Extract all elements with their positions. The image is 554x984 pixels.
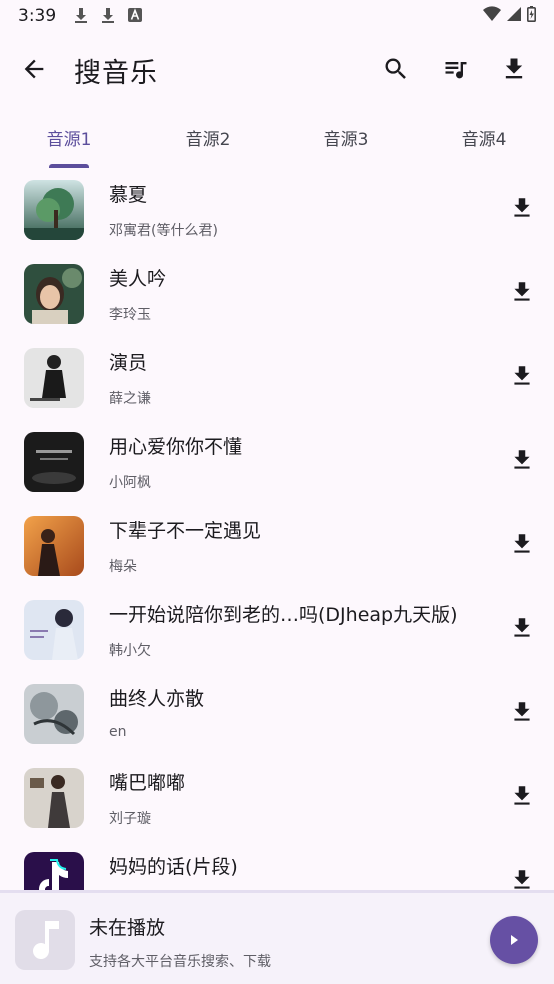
album-cover — [24, 852, 84, 890]
song-title: 一开始说陪你到老的…吗(DJheap九天版) — [109, 604, 458, 626]
list-item[interactable]: 下辈子不一定遇见 梅朵 — [0, 504, 554, 588]
song-artist: 薛之谦 — [109, 391, 151, 407]
song-title: 用心爱你你不懂 — [109, 436, 243, 458]
text-a-icon — [128, 8, 143, 24]
list-item[interactable]: 慕夏 邓寓君(等什么君) — [0, 168, 554, 252]
player-subtitle: 支持各大平台音乐搜索、下载 — [89, 954, 271, 970]
album-cover — [24, 768, 84, 828]
playlist-icon[interactable] — [442, 55, 470, 83]
song-title: 演员 — [109, 352, 148, 374]
play-icon — [511, 935, 518, 945]
download-icon[interactable] — [509, 279, 535, 305]
status-time: 3:39 — [18, 6, 57, 26]
tab-source-2[interactable]: 音源2 — [148, 106, 268, 168]
tab-source-4[interactable]: 音源4 — [424, 106, 544, 168]
download-icon[interactable] — [509, 195, 535, 221]
download-icon[interactable] — [509, 699, 535, 725]
song-title: 曲终人亦散 — [109, 688, 205, 710]
play-button[interactable] — [490, 916, 538, 964]
download-icon[interactable] — [509, 783, 535, 809]
cellular-icon — [507, 6, 521, 26]
song-artist: 邓寓君(等什么君) — [109, 223, 218, 239]
list-item[interactable]: 用心爱你你不懂 小阿枫 — [0, 420, 554, 504]
album-cover — [24, 600, 84, 660]
song-title: 下辈子不一定遇见 — [109, 520, 262, 542]
download-icon[interactable] — [500, 55, 528, 83]
download-icon — [74, 8, 88, 24]
app-bar: 搜音乐 — [0, 32, 554, 106]
album-cover — [24, 684, 84, 744]
list-item[interactable]: 妈妈的话(片段) — [0, 840, 554, 890]
list-item[interactable]: 嘴巴嘟嘟 刘子璇 — [0, 756, 554, 840]
download-icon[interactable] — [509, 447, 535, 473]
tab-source-1[interactable]: 音源1 — [9, 106, 129, 168]
back-arrow-icon[interactable] — [20, 55, 48, 83]
album-cover — [24, 516, 84, 576]
battery-icon — [527, 6, 537, 26]
album-cover — [24, 180, 84, 240]
download-icon[interactable] — [509, 531, 535, 557]
list-item[interactable]: 曲终人亦散 en — [0, 672, 554, 756]
tab-source-3[interactable]: 音源3 — [286, 106, 406, 168]
song-title: 嘴巴嘟嘟 — [109, 772, 186, 794]
download-icon[interactable] — [509, 867, 535, 890]
download-icon[interactable] — [509, 615, 535, 641]
source-tabs: 音源1 音源2 音源3 音源4 — [0, 106, 554, 168]
page-title: 搜音乐 — [74, 58, 158, 89]
download-icon — [101, 8, 115, 24]
song-artist: 小阿枫 — [109, 475, 151, 491]
list-item[interactable]: 一开始说陪你到老的…吗(DJheap九天版) 韩小欠 — [0, 588, 554, 672]
status-bar: 3:39 — [0, 0, 554, 32]
album-cover — [24, 264, 84, 324]
wifi-icon — [483, 6, 501, 26]
song-artist: 韩小欠 — [109, 643, 151, 659]
song-title: 慕夏 — [109, 184, 148, 206]
song-title: 妈妈的话(片段) — [109, 856, 238, 878]
player-title: 未在播放 — [89, 917, 166, 939]
list-item[interactable]: 演员 薛之谦 — [0, 336, 554, 420]
search-icon[interactable] — [382, 55, 410, 83]
song-artist: 李玲玉 — [109, 307, 151, 323]
song-artist: en — [109, 724, 127, 740]
album-cover — [24, 432, 84, 492]
download-icon[interactable] — [509, 363, 535, 389]
music-note-icon — [15, 910, 75, 970]
song-artist: 刘子璇 — [109, 811, 151, 827]
song-list: 慕夏 邓寓君(等什么君) 美人吟 李玲玉 演员 薛之谦 用心爱你你不懂 小阿枫 … — [0, 168, 554, 890]
album-cover — [24, 348, 84, 408]
song-title: 美人吟 — [109, 268, 167, 290]
song-artist: 梅朵 — [109, 559, 137, 575]
list-item[interactable]: 美人吟 李玲玉 — [0, 252, 554, 336]
mini-player[interactable]: 未在播放 支持各大平台音乐搜索、下载 — [0, 890, 554, 984]
